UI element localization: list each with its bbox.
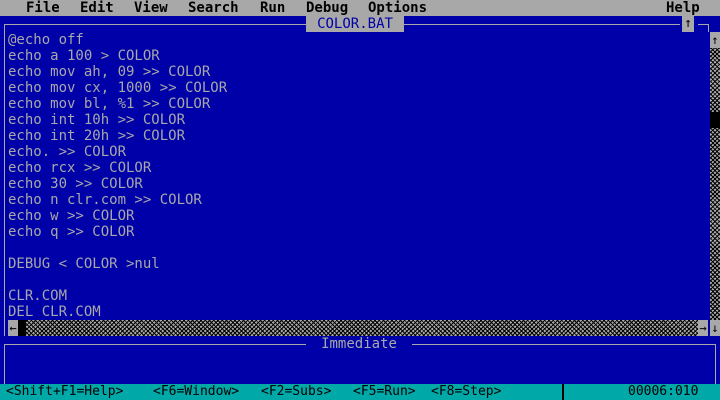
menu-run[interactable]: Run	[260, 0, 285, 16]
immediate-frame-left	[4, 344, 5, 384]
menu-bar: File Edit View Search Run Debug Options …	[0, 0, 720, 16]
code-line: DEL CLR.COM	[8, 304, 101, 320]
scroll-left-arrow-icon[interactable]: ←	[8, 320, 18, 336]
scroll-up-arrow-icon[interactable]: ↑	[710, 32, 720, 48]
code-line: DEBUG < COLOR >nul	[8, 256, 160, 272]
editor-frame-top-right	[404, 24, 680, 25]
cursor-position-readout: 00006:010	[628, 384, 699, 399]
code-line: echo w >> COLOR	[8, 208, 135, 224]
menu-view[interactable]: View	[134, 0, 168, 16]
editor-window: COLOR.BAT ↑ @echo off echo a 100 > COLOR…	[0, 16, 720, 336]
code-line: echo int 20h >> COLOR	[8, 128, 186, 144]
immediate-frame-top-left	[4, 344, 306, 345]
status-bar: <Shift+F1=Help> <F6=Window> <F2=Subs> <F…	[0, 384, 720, 400]
horizontal-scroll-thumb[interactable]	[18, 320, 26, 336]
editor-frame-left-lower	[4, 320, 5, 336]
menu-options[interactable]: Options	[368, 0, 427, 16]
scroll-right-arrow-icon[interactable]: →	[698, 320, 708, 336]
status-shortcut-run[interactable]: <F5=Run>	[353, 384, 416, 400]
immediate-frame-right	[715, 344, 716, 384]
menu-help[interactable]: Help	[666, 0, 700, 16]
status-shortcut-subs[interactable]: <F2=Subs>	[261, 384, 331, 400]
status-shortcut-step[interactable]: <F8=Step>	[431, 384, 501, 400]
status-divider	[562, 384, 564, 400]
scroll-down-arrow-icon[interactable]: ↓	[710, 320, 720, 336]
code-line: @echo off	[8, 32, 84, 48]
editor-title[interactable]: COLOR.BAT	[306, 16, 404, 32]
status-shortcut-window[interactable]: <F6=Window>	[153, 384, 239, 400]
code-line: echo a 100 > COLOR	[8, 48, 160, 64]
status-shortcut-help[interactable]: <Shift+F1=Help>	[6, 384, 123, 400]
code-line: echo 30 >> COLOR	[8, 176, 143, 192]
code-line: echo n clr.com >> COLOR	[8, 192, 202, 208]
code-line: CLR.COM	[8, 288, 68, 304]
code-editor[interactable]: @echo off echo a 100 > COLOR echo mov ah…	[8, 32, 706, 320]
qbasic-screen: File Edit View Search Run Debug Options …	[0, 0, 720, 400]
maximize-icon[interactable]: ↑	[680, 16, 696, 32]
menu-search[interactable]: Search	[188, 0, 239, 16]
editor-frame-top-left	[4, 24, 306, 25]
code-line: echo mov bl, %1 >> COLOR	[8, 96, 211, 112]
code-line: echo mov ah, 09 >> COLOR	[8, 64, 211, 80]
vertical-scroll-thumb[interactable]	[710, 112, 720, 128]
code-line: echo rcx >> COLOR	[8, 160, 152, 176]
code-line: echo mov cx, 1000 >> COLOR	[8, 80, 228, 96]
editor-frame-left	[4, 24, 5, 336]
menu-edit[interactable]: Edit	[80, 0, 114, 16]
immediate-frame-top-right	[412, 344, 716, 345]
vertical-scrollbar[interactable]: ↑ ↓	[710, 32, 720, 336]
editor-frame-top-end	[698, 24, 708, 25]
menu-file[interactable]: File	[26, 0, 60, 16]
code-line: echo. >> COLOR	[8, 144, 127, 160]
editor-frame-right	[708, 24, 709, 32]
menu-debug[interactable]: Debug	[306, 0, 348, 16]
immediate-title[interactable]: Immediate	[306, 336, 412, 352]
code-line: echo int 10h >> COLOR	[8, 112, 186, 128]
horizontal-scrollbar[interactable]: ← →	[8, 320, 708, 336]
immediate-window[interactable]: Immediate	[0, 336, 720, 384]
code-line: echo q >> COLOR	[8, 224, 135, 240]
